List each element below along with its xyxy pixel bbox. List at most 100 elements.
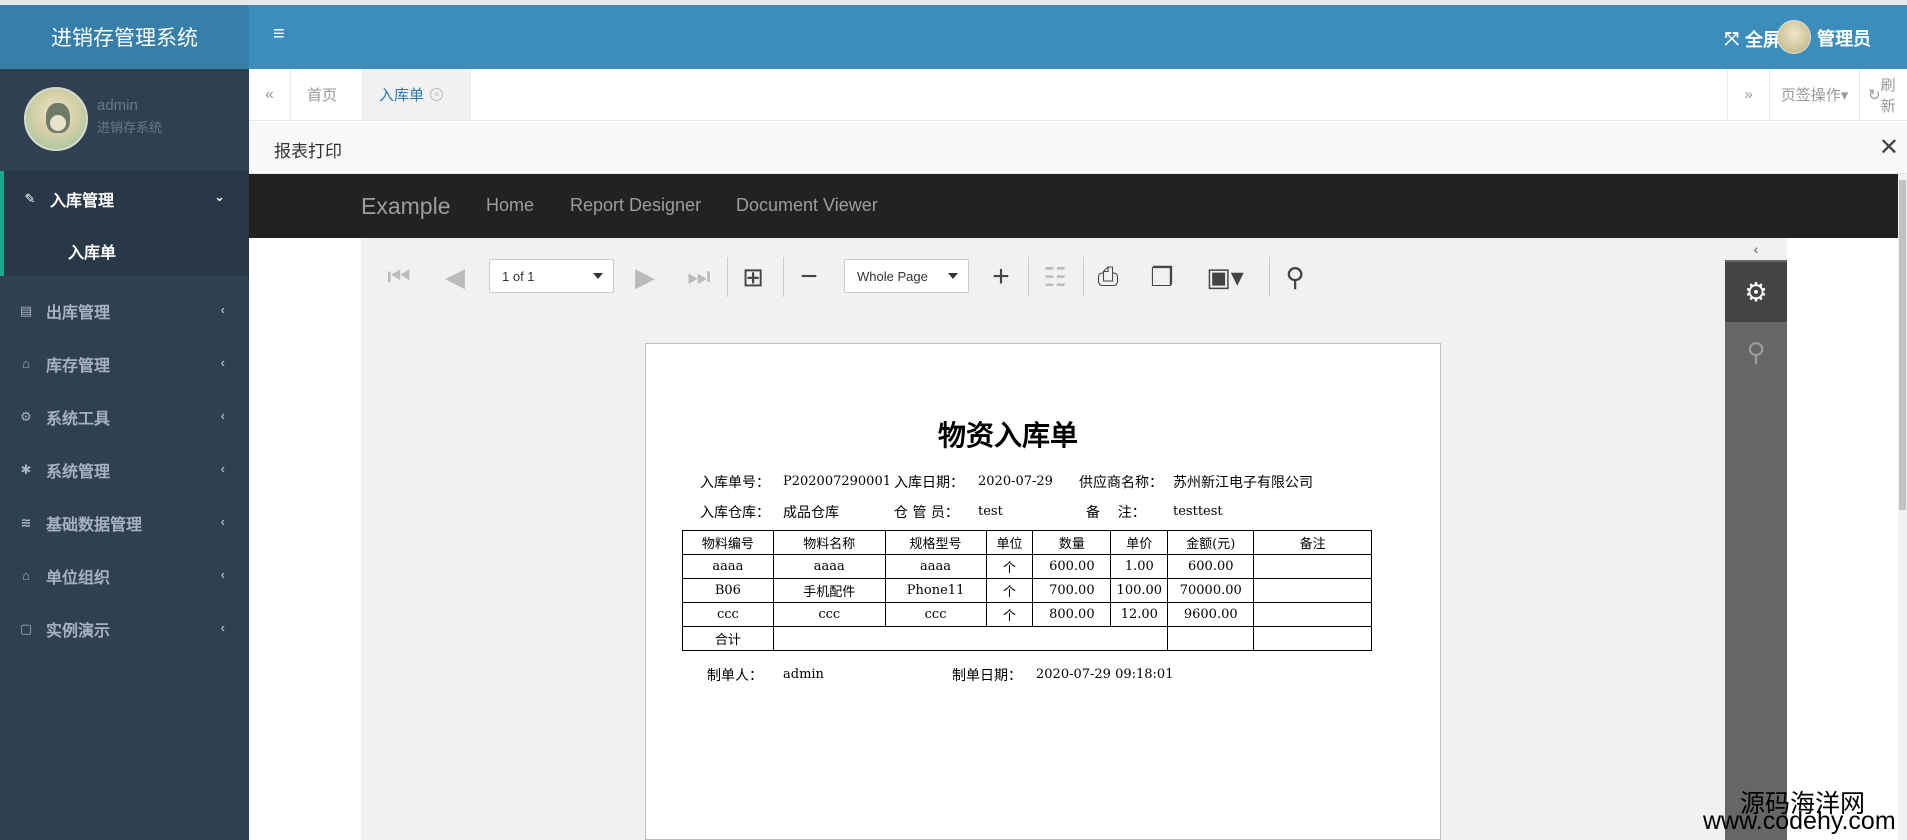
tab-scroll-right-icon[interactable]: » — [1727, 69, 1769, 120]
nav-link-home[interactable]: Home — [486, 195, 534, 216]
expand-icon: ⤧ — [1724, 28, 1739, 49]
document-title: 物资入库单 — [938, 419, 1079, 452]
make-date-value: 2020-07-29 09:18:01 — [1036, 667, 1174, 682]
viewer-navbar: Example Home Report Designer Document Vi… — [249, 174, 1907, 238]
maker-label: 制单人： — [707, 668, 763, 684]
fullscreen-button[interactable]: ⤧ 全屏 — [1725, 26, 1781, 52]
watermark-url: www.codehy.com — [1703, 807, 1896, 835]
close-icon[interactable]: ✕ — [1879, 133, 1899, 162]
fullscreen-label: 全屏 — [1745, 30, 1781, 50]
first-page-icon[interactable]: ⏮ — [386, 261, 412, 292]
bank-icon: ⌂ — [22, 356, 30, 371]
chevron-down-icon: ⌄ — [214, 189, 225, 204]
avatar[interactable] — [24, 87, 88, 151]
last-page-icon[interactable]: ⏭ — [686, 261, 712, 292]
sidebar-item-inbound[interactable]: ✎ 入库管理 ⌄ — [0, 171, 249, 226]
sidebar-subitem-inbound-order[interactable]: 入库单 — [0, 226, 249, 276]
multipage-icon[interactable]: ⊞ — [738, 262, 768, 292]
menu-toggle-icon[interactable]: ≡ — [273, 23, 285, 46]
tab-label: 入库单 — [379, 87, 425, 104]
home-icon: ⌂ — [22, 568, 30, 583]
table-row: B06 手机配件 Phone11 个 700.00 100.00 70000.00 — [682, 578, 1372, 603]
remark-value: testtest — [1173, 504, 1223, 519]
sidebar-item-label: 入库管理 — [50, 192, 115, 210]
page-tabs: « 首页 入库单 × » 页签操作 ▾ ↻ 刷新 — [249, 69, 1907, 121]
sidebar-item-label: 出库管理 — [46, 304, 111, 322]
tab-inbound-order[interactable]: 入库单 × — [363, 69, 471, 120]
order-no-value: P202007290001 — [783, 474, 891, 489]
prev-page-icon[interactable]: ◀ — [442, 262, 468, 292]
zoom-in-icon[interactable]: + — [987, 260, 1015, 293]
page-select[interactable]: 1 of 1 — [489, 259, 614, 293]
tab-home[interactable]: 首页 — [291, 69, 363, 120]
square-icon: ▢ — [19, 620, 33, 636]
save-icon[interactable]: ▣▾ — [1200, 262, 1250, 292]
keeper-value: test — [978, 504, 1003, 519]
app-title: 进销存管理系统 — [0, 5, 249, 69]
collapse-panel-icon[interactable]: ‹ — [1725, 238, 1787, 260]
sidebar-item-label: 系统管理 — [46, 463, 111, 481]
chevron-left-icon: ‹ — [220, 302, 225, 317]
maker-value: admin — [783, 667, 824, 682]
make-date-label: 制单日期： — [952, 668, 1022, 684]
remark-label: 备 注： — [1086, 505, 1146, 521]
editor-icon[interactable]: ☷ — [1039, 262, 1071, 292]
top-header: ≡ ⤧ 全屏 管理员 — [249, 5, 1907, 69]
settings-icon[interactable]: ⚙ — [1725, 262, 1787, 322]
sidebar-item-system-admin[interactable]: ✱ 系统管理 ‹ — [0, 443, 249, 496]
sidebar-item-base-data[interactable]: ≋ 基础数据管理 ‹ — [0, 496, 249, 549]
user-menu[interactable]: 管理员 — [1817, 25, 1907, 51]
refresh-button[interactable]: ↻ 刷新 — [1859, 69, 1907, 120]
nav-link-report-designer[interactable]: Report Designer — [570, 195, 701, 216]
table-row: aaaa aaaa aaaa 个 600.00 1.00 600.00 — [682, 554, 1372, 579]
database-icon: ≋ — [20, 514, 32, 530]
next-page-icon[interactable]: ▶ — [632, 262, 658, 292]
sidebar-item-inventory[interactable]: ⌂ 库存管理 ‹ — [0, 337, 249, 390]
zoom-out-icon[interactable]: − — [795, 260, 823, 293]
scrollbar-thumb[interactable] — [1899, 180, 1906, 510]
warehouse-label: 入库仓库： — [700, 505, 770, 521]
table-header-row: 物料编号 物料名称 规格型号 单位 数量 单价 金额(元) 备注 — [682, 530, 1372, 555]
search-icon[interactable]: ⚲ — [1280, 262, 1310, 292]
profile-subtitle: 进销存系统 — [97, 120, 163, 135]
sidebar-item-system-tools[interactable]: ⚙ 系统工具 ‹ — [0, 390, 249, 443]
keeper-label: 仓 管 员： — [894, 505, 959, 521]
page-ops-dropdown[interactable]: 页签操作 ▾ — [1769, 69, 1859, 120]
chevron-left-icon: ‹ — [220, 408, 225, 423]
sidebar-item-label: 实例演示 — [46, 622, 111, 640]
order-no-label: 入库单号： — [700, 475, 770, 491]
refresh-icon: ↻ — [1868, 86, 1881, 104]
edit-icon: ✎ — [24, 190, 36, 206]
zoom-select-value: Whole Page — [857, 268, 928, 284]
gear-icon: ✱ — [20, 461, 32, 477]
chevron-left-icon: ‹ — [220, 567, 225, 582]
profile-username: admin — [97, 97, 138, 114]
sidebar-item-label: 系统工具 — [46, 410, 111, 428]
sidebar-item-label: 基础数据管理 — [46, 516, 143, 534]
chevron-left-icon: ‹ — [220, 461, 225, 476]
sidebar-item-label: 库存管理 — [46, 357, 111, 375]
date-value: 2020-07-29 — [978, 474, 1053, 489]
sidebar-item-org[interactable]: ⌂ 单位组织 ‹ — [0, 549, 249, 602]
sidebar-item-demos[interactable]: ▢ 实例演示 ‹ — [0, 602, 249, 655]
report-panel-header: 报表打印 ✕ — [249, 122, 1907, 174]
supplier-value: 苏州新江电子有限公司 — [1173, 475, 1313, 491]
tab-label: 首页 — [307, 87, 338, 104]
header-avatar[interactable] — [1777, 20, 1811, 54]
navbar-brand[interactable]: Example — [361, 193, 450, 220]
user-profile: admin 进销存系统 — [0, 69, 249, 171]
print-icon[interactable]: ⎙ — [1093, 261, 1123, 292]
sidebar-item-outbound[interactable]: ▤ 出库管理 ‹ — [0, 284, 249, 337]
sidebar-item-label: 单位组织 — [46, 569, 111, 587]
tab-scroll-left-icon[interactable]: « — [249, 69, 291, 120]
zoom-select[interactable]: Whole Page — [844, 259, 969, 293]
table-total-row: 合计 — [682, 626, 1372, 651]
list-icon: ▤ — [19, 302, 33, 318]
report-title: 报表打印 — [274, 142, 342, 161]
search-panel-icon[interactable]: ⚲ — [1725, 322, 1787, 382]
close-icon[interactable]: × — [430, 88, 444, 101]
chevron-left-icon: ‹ — [220, 620, 225, 635]
open-icon[interactable]: ❐ — [1146, 262, 1178, 292]
items-table: 物料编号 物料名称 规格型号 单位 数量 单价 金额(元) 备注 aaaa aaaa aa… — [682, 530, 1372, 651]
nav-link-document-viewer[interactable]: Document Viewer — [736, 195, 878, 216]
